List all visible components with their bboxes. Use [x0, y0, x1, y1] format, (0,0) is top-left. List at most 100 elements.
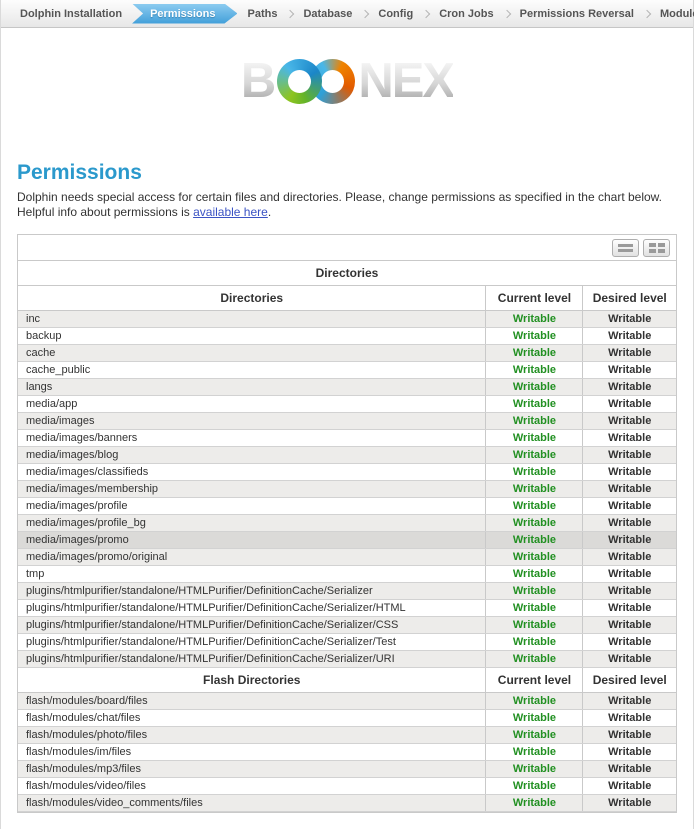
column-header-current-level: Current level — [486, 667, 583, 692]
current-level-value: Writable — [486, 446, 583, 463]
desired-level-value: Writable — [583, 760, 676, 777]
table-row: media/appWritableWritable — [18, 395, 676, 412]
current-level-value: Writable — [486, 794, 583, 811]
directory-path: inc — [18, 310, 486, 327]
table-row: flash/modules/video_comments/filesWritab… — [18, 794, 676, 811]
table-row: incWritableWritable — [18, 310, 676, 327]
table-row: media/images/bannersWritableWritable — [18, 429, 676, 446]
directory-path: langs — [18, 378, 486, 395]
directory-path: media/images — [18, 412, 486, 429]
desired-level-value: Writable — [583, 327, 676, 344]
current-level-value: Writable — [486, 565, 583, 582]
directory-path: plugins/htmlpurifier/standalone/HTMLPuri… — [18, 582, 486, 599]
column-header-desired-level: Desired level — [583, 667, 676, 692]
current-level-value: Writable — [486, 395, 583, 412]
current-level-value: Writable — [486, 633, 583, 650]
current-level-value: Writable — [486, 344, 583, 361]
list-view-button[interactable] — [612, 239, 639, 257]
table-row: flash/modules/chat/filesWritableWritable — [18, 709, 676, 726]
breadcrumb-item-permissions-reversal[interactable]: Permissions Reversal — [511, 8, 643, 20]
section-header-row: DirectoriesCurrent levelDesired level — [18, 285, 676, 310]
table-row: flash/modules/photo/filesWritableWritabl… — [18, 726, 676, 743]
table-row: flash/modules/video/filesWritableWritabl… — [18, 777, 676, 794]
breadcrumb-item-cron-jobs[interactable]: Cron Jobs — [430, 8, 502, 20]
table-row: media/imagesWritableWritable — [18, 412, 676, 429]
directory-path: media/images/classifieds — [18, 463, 486, 480]
page-title: Permissions — [17, 161, 677, 185]
installer-page: Dolphin InstallationPermissionsPathsData… — [0, 0, 694, 829]
desired-level-value: Writable — [583, 582, 676, 599]
desired-level-value: Writable — [583, 650, 676, 667]
desired-level-value: Writable — [583, 616, 676, 633]
desired-level-value: Writable — [583, 378, 676, 395]
current-level-value: Writable — [486, 650, 583, 667]
directory-path: flash/modules/im/files — [18, 743, 486, 760]
current-level-value: Writable — [486, 777, 583, 794]
desired-level-value: Writable — [583, 548, 676, 565]
table-row: flash/modules/mp3/filesWritableWritable — [18, 760, 676, 777]
directory-path: cache — [18, 344, 486, 361]
breadcrumb-item-config[interactable]: Config — [369, 8, 422, 20]
desired-level-value: Writable — [583, 565, 676, 582]
desired-level-value: Writable — [583, 429, 676, 446]
breadcrumb-item-paths[interactable]: Paths — [238, 8, 286, 20]
table-row: plugins/htmlpurifier/standalone/HTMLPuri… — [18, 582, 676, 599]
table-group-title-row: Directories — [18, 261, 676, 285]
current-level-value: Writable — [486, 692, 583, 709]
table-row: tmpWritableWritable — [18, 565, 676, 582]
directory-path: flash/modules/video/files — [18, 777, 486, 794]
table-row: media/images/classifiedsWritableWritable — [18, 463, 676, 480]
table-row: plugins/htmlpurifier/standalone/HTMLPuri… — [18, 616, 676, 633]
current-level-value: Writable — [486, 514, 583, 531]
boonex-logo: B NEX — [241, 55, 453, 107]
permissions-table-body: DirectoriesDirectoriesCurrent levelDesir… — [18, 261, 676, 811]
page-description: Dolphin needs special access for certain… — [17, 190, 677, 220]
desired-level-value: Writable — [583, 463, 676, 480]
directory-path: media/images/profile — [18, 497, 486, 514]
table-row: media/images/blogWritableWritable — [18, 446, 676, 463]
directory-path: media/images/promo — [18, 531, 486, 548]
current-level-value: Writable — [486, 582, 583, 599]
directory-path: media/images/promo/original — [18, 548, 486, 565]
desired-level-value: Writable — [583, 709, 676, 726]
breadcrumb-item-modules[interactable]: Modules — [651, 8, 694, 20]
directory-path: flash/modules/video_comments/files — [18, 794, 486, 811]
breadcrumb-separator-icon — [361, 9, 369, 17]
current-level-value: Writable — [486, 599, 583, 616]
current-level-value: Writable — [486, 480, 583, 497]
table-row: flash/modules/board/filesWritableWritabl… — [18, 692, 676, 709]
breadcrumb-separator-icon — [422, 9, 430, 17]
desired-level-value: Writable — [583, 692, 676, 709]
desired-level-value: Writable — [583, 777, 676, 794]
grid-view-button[interactable] — [643, 239, 670, 257]
current-level-value: Writable — [486, 497, 583, 514]
table-row: cacheWritableWritable — [18, 344, 676, 361]
breadcrumb-item-permissions[interactable]: Permissions — [132, 4, 237, 24]
desired-level-value: Writable — [583, 633, 676, 650]
directory-path: plugins/htmlpurifier/standalone/HTMLPuri… — [18, 599, 486, 616]
column-header-current-level: Current level — [486, 285, 583, 310]
section-header-row: Flash DirectoriesCurrent levelDesired le… — [18, 667, 676, 692]
logo-letter-b: B — [241, 55, 274, 107]
current-level-value: Writable — [486, 310, 583, 327]
desired-level-value: Writable — [583, 497, 676, 514]
column-header-desired-level: Desired level — [583, 285, 676, 310]
desired-level-value: Writable — [583, 514, 676, 531]
panel-toolbar — [18, 235, 676, 261]
logo-letters-nex: NEX — [358, 55, 453, 107]
directory-path: flash/modules/board/files — [18, 692, 486, 709]
description-line1: Dolphin needs special access for certain… — [17, 190, 662, 204]
desired-level-value: Writable — [583, 310, 676, 327]
current-level-value: Writable — [486, 743, 583, 760]
desired-level-value: Writable — [583, 480, 676, 497]
directory-path: plugins/htmlpurifier/standalone/HTMLPuri… — [18, 650, 486, 667]
description-line2-suffix: . — [268, 205, 271, 219]
current-level-value: Writable — [486, 531, 583, 548]
available-here-link[interactable]: available here — [193, 205, 268, 219]
breadcrumb-item-dolphin-installation[interactable]: Dolphin Installation — [11, 8, 131, 20]
breadcrumb-item-database[interactable]: Database — [294, 8, 361, 20]
table-row: media/images/profile_bgWritableWritable — [18, 514, 676, 531]
current-level-value: Writable — [486, 548, 583, 565]
current-level-value: Writable — [486, 429, 583, 446]
directory-path: flash/modules/mp3/files — [18, 760, 486, 777]
